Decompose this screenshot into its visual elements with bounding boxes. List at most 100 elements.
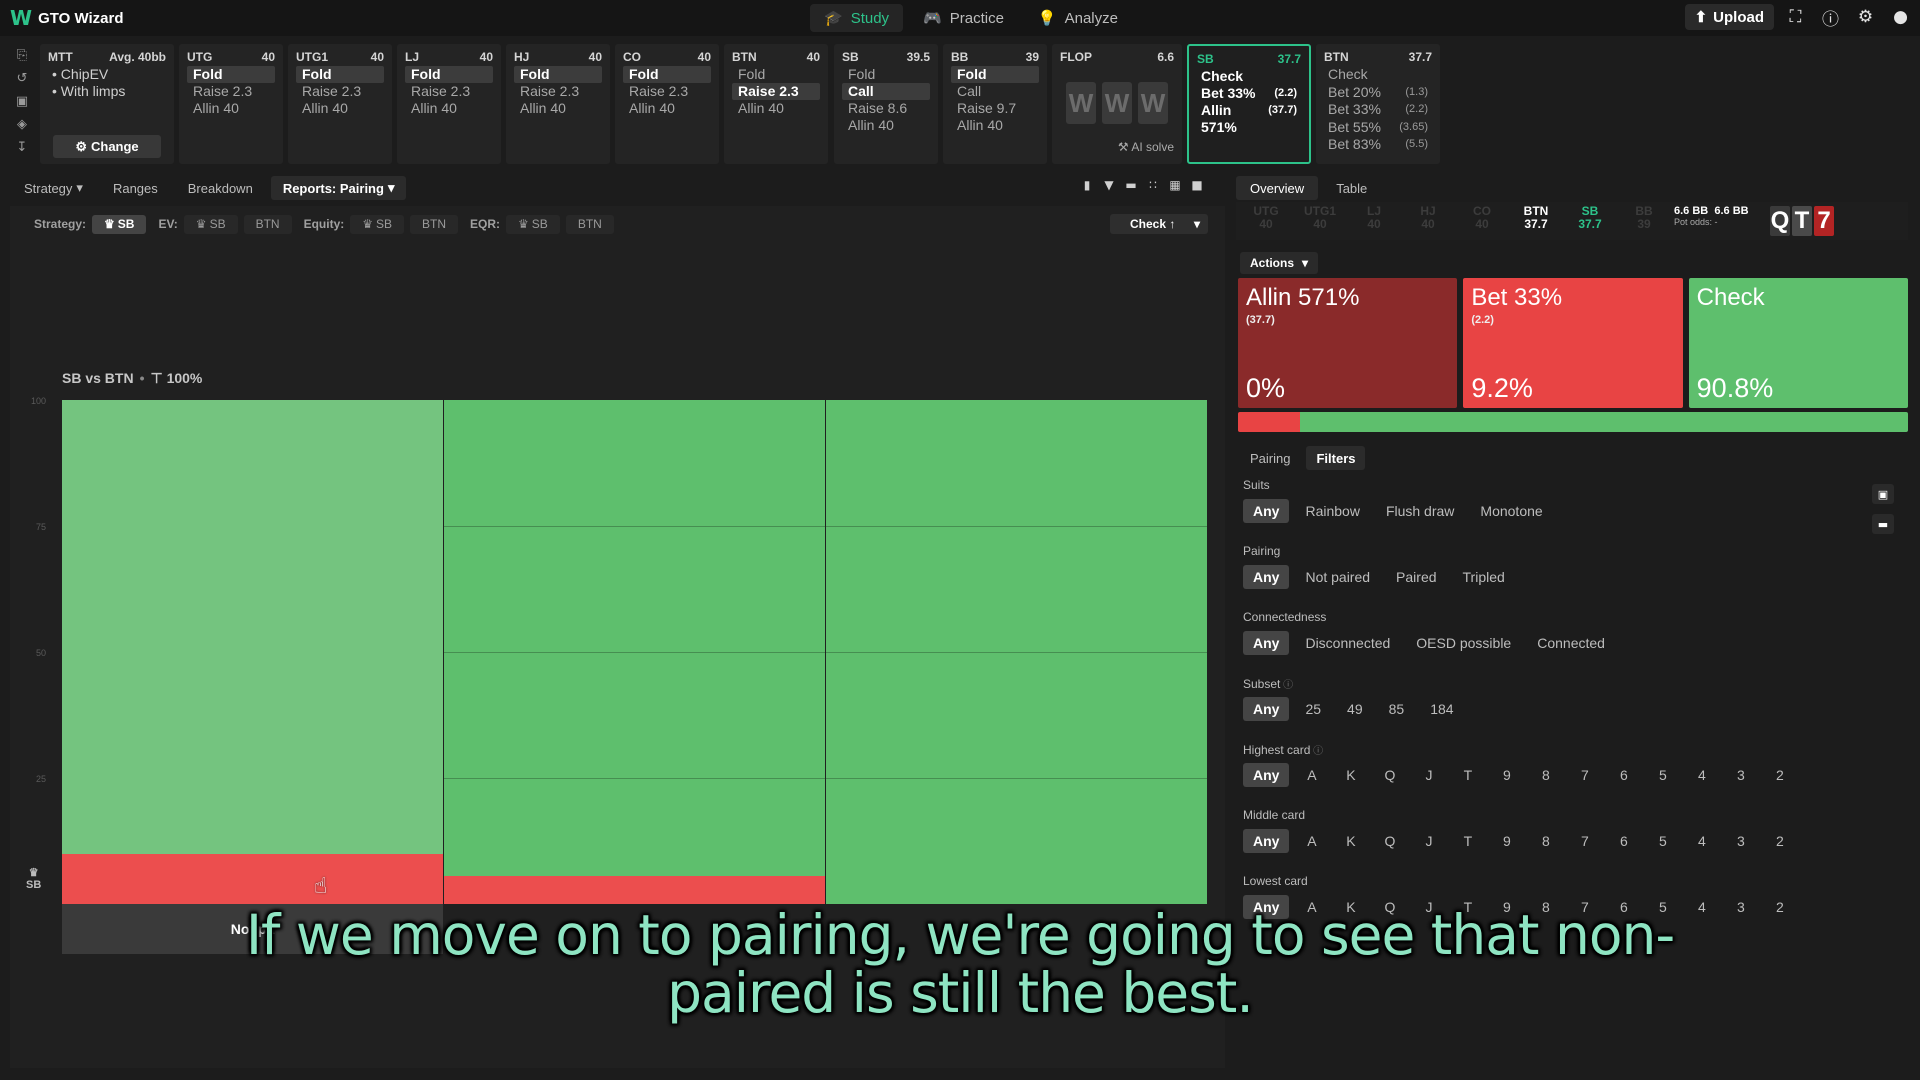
action-bet[interactable]: Bet 33% (2.2) bbox=[1197, 85, 1301, 102]
ev-btn-chip[interactable]: BTN bbox=[243, 214, 292, 234]
action-allin[interactable]: Allin 40 bbox=[623, 100, 711, 117]
player-bb[interactable]: BB 39 bbox=[1620, 205, 1668, 231]
action-raise[interactable]: Raise 2.3 bbox=[296, 83, 384, 100]
filter-option[interactable]: 6 bbox=[1607, 763, 1640, 787]
filter-option[interactable]: A bbox=[1295, 829, 1328, 853]
filter-option[interactable]: Tripled bbox=[1453, 565, 1515, 589]
player-co[interactable]: CO 40 bbox=[1458, 205, 1506, 231]
action-raise[interactable]: Raise 2.3 bbox=[187, 83, 275, 100]
filter-option[interactable]: J bbox=[1412, 763, 1445, 787]
filter-option[interactable]: Connected bbox=[1527, 631, 1615, 655]
filter-option[interactable]: 7 bbox=[1568, 829, 1601, 853]
position-card-utg[interactable]: UTG 40 Fold Raise 2.3 Allin 40 bbox=[179, 44, 283, 164]
action-raise[interactable]: Raise 8.6 bbox=[842, 100, 930, 117]
filter-option[interactable]: 25 bbox=[1295, 697, 1331, 721]
change-button[interactable]: ⚙ Change bbox=[53, 135, 161, 158]
save-icon[interactable]: ▣ bbox=[16, 94, 28, 110]
bet-bar-segment[interactable] bbox=[444, 876, 825, 904]
action-fold[interactable]: Fold bbox=[842, 66, 930, 83]
action-box-bet[interactable]: Bet 33% (2.2) 9.2% bbox=[1463, 278, 1683, 408]
board-card[interactable]: W bbox=[1138, 82, 1168, 124]
action-sort-dropdown[interactable]: Check ↑ ▾ bbox=[1110, 214, 1208, 234]
filter-option[interactable]: J bbox=[1412, 829, 1445, 853]
player-lj[interactable]: LJ 40 bbox=[1350, 205, 1398, 231]
board-card-7[interactable]: 7 bbox=[1814, 206, 1834, 236]
check-bar-segment[interactable] bbox=[444, 400, 825, 877]
position-card-lj[interactable]: LJ 40 Fold Raise 2.3 Allin 40 bbox=[397, 44, 501, 164]
action-check[interactable]: Check bbox=[1197, 68, 1301, 85]
filter-option[interactable]: Flush draw bbox=[1376, 499, 1464, 523]
action-allin[interactable]: Allin 40 bbox=[951, 117, 1039, 134]
nav-analyze[interactable]: 💡 Analyze bbox=[1024, 4, 1132, 32]
bar-chart-icon[interactable]: ▮ bbox=[1080, 178, 1094, 192]
filter-option[interactable]: Any bbox=[1243, 829, 1290, 853]
filter-option[interactable]: Any bbox=[1243, 763, 1290, 787]
help-icon[interactable]: ⓘ bbox=[1817, 4, 1844, 30]
app-logo[interactable]: W GTO Wizard bbox=[10, 6, 124, 30]
eqr-btn-chip[interactable]: BTN bbox=[565, 214, 614, 234]
filter-option[interactable]: 3 bbox=[1724, 829, 1757, 853]
filter-option[interactable]: Not paired bbox=[1295, 565, 1380, 589]
player-btn[interactable]: BTN 37.7 bbox=[1512, 205, 1560, 231]
action-raise[interactable]: Raise 2.3 bbox=[514, 83, 602, 100]
tab-table[interactable]: Table bbox=[1322, 176, 1381, 200]
filter-option[interactable]: 6 bbox=[1607, 829, 1640, 853]
filter-option[interactable]: 9 bbox=[1490, 829, 1523, 853]
position-card-sb-active[interactable]: SB 37.7 Check Bet 33% (2.2) Allin 571% (37.… bbox=[1187, 44, 1311, 164]
board-card[interactable]: W bbox=[1066, 82, 1096, 124]
position-card-btn[interactable]: BTN 40 Fold Raise 2.3 Allin 40 bbox=[724, 44, 828, 164]
actions-dropdown[interactable]: Actions ▾ bbox=[1240, 252, 1319, 274]
filter-option[interactable]: K bbox=[1334, 763, 1367, 787]
expand-icon[interactable]: ↧ bbox=[17, 140, 28, 156]
player-sb[interactable]: SB 37.7 bbox=[1566, 205, 1614, 231]
position-card-bb[interactable]: BB 39 Fold Call Raise 9.7 Allin 40 bbox=[943, 44, 1047, 164]
filter-option[interactable]: T bbox=[1451, 763, 1484, 787]
filter-option[interactable]: 9 bbox=[1490, 763, 1523, 787]
action-allin[interactable]: Allin 40 bbox=[296, 100, 384, 117]
folder-icon[interactable]: ▬ bbox=[1124, 178, 1138, 192]
board-card[interactable]: W bbox=[1102, 82, 1132, 124]
filter-option[interactable]: Any bbox=[1243, 499, 1290, 523]
action-fold[interactable]: Fold bbox=[405, 66, 493, 83]
check-bar-segment[interactable] bbox=[62, 400, 443, 854]
tab-strategy[interactable]: Strategy ▾ bbox=[12, 176, 95, 200]
action-raise[interactable]: Raise 2.3 bbox=[623, 83, 711, 100]
nav-study[interactable]: 🎓 Study bbox=[810, 4, 904, 32]
action-raise[interactable]: Raise 2.3 bbox=[732, 83, 820, 100]
position-card-co[interactable]: CO 40 Fold Raise 2.3 Allin 40 bbox=[615, 44, 719, 164]
filter-option[interactable]: 2 bbox=[1763, 763, 1796, 787]
filter-option[interactable]: 8 bbox=[1529, 763, 1562, 787]
action-call[interactable]: Call bbox=[842, 83, 930, 100]
info-icon[interactable]: ⓘ bbox=[1280, 680, 1293, 691]
filter-option[interactable]: 8 bbox=[1529, 829, 1562, 853]
player-hj[interactable]: HJ 40 bbox=[1404, 205, 1452, 231]
ai-solve-button[interactable]: ⚒ AI solve bbox=[1118, 140, 1174, 154]
bar-column[interactable] bbox=[444, 400, 825, 904]
filter-option[interactable]: Rainbow bbox=[1295, 499, 1369, 523]
action-allin[interactable]: Allin 40 bbox=[514, 100, 602, 117]
bookmark-icon[interactable]: ⎘ bbox=[17, 48, 27, 64]
filter-option[interactable]: Any bbox=[1243, 631, 1290, 655]
action-allin[interactable]: Allin 40 bbox=[732, 100, 820, 117]
nav-practice[interactable]: 🎮 Practice bbox=[909, 4, 1018, 32]
filter-option[interactable]: 5 bbox=[1646, 829, 1679, 853]
position-card-hj[interactable]: HJ 40 Fold Raise 2.3 Allin 40 bbox=[506, 44, 610, 164]
equity-sb-chip[interactable]: ♛ SB bbox=[350, 214, 405, 234]
filter-option[interactable]: Any bbox=[1243, 565, 1290, 589]
ev-sb-chip[interactable]: ♛ SB bbox=[183, 214, 238, 234]
filter-option[interactable]: Disconnected bbox=[1295, 631, 1400, 655]
player-utg[interactable]: UTG 40 bbox=[1242, 205, 1290, 231]
filter-option[interactable]: 2 bbox=[1763, 829, 1796, 853]
tab-breakdown[interactable]: Breakdown bbox=[176, 176, 265, 200]
tab-filters[interactable]: Filters bbox=[1306, 446, 1366, 470]
action-option[interactable]: Bet 20% (1.3) bbox=[1324, 84, 1432, 102]
filter-option[interactable]: K bbox=[1334, 829, 1367, 853]
strategy-sb-chip[interactable]: ♛ SB bbox=[92, 214, 147, 234]
eqr-sb-chip[interactable]: ♛ SB bbox=[506, 214, 560, 234]
flop-card[interactable]: FLOP 6.6 W W W ⚒ AI solve bbox=[1052, 44, 1182, 164]
filter-option[interactable]: 7 bbox=[1568, 763, 1601, 787]
square-icon[interactable]: ■ bbox=[1190, 178, 1204, 192]
action-fold[interactable]: Fold bbox=[951, 66, 1039, 83]
history-icon[interactable]: ↺ bbox=[17, 71, 28, 87]
position-card-btn-next[interactable]: BTN 37.7 Check Bet 20% (1.3) Bet 33% (2.2) Bet… bbox=[1316, 44, 1440, 164]
